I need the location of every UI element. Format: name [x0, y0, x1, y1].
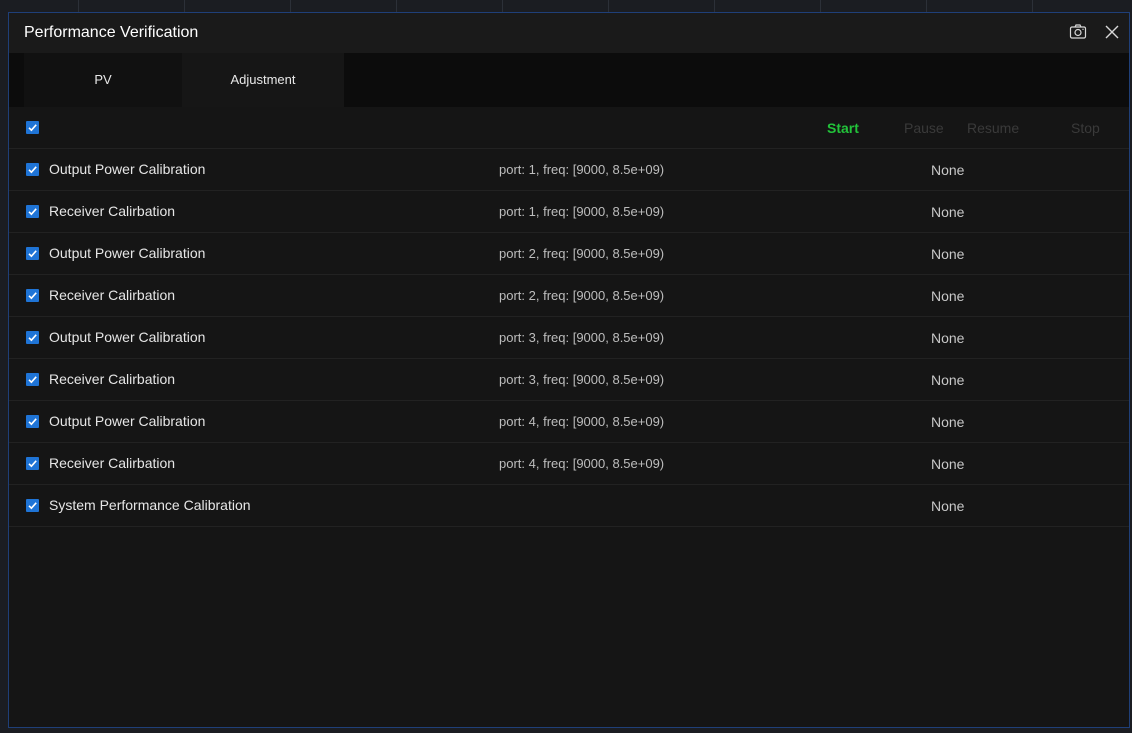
- backdrop-grid-line: [926, 0, 927, 12]
- row-params: port: 3, freq: [9000, 8.5e+09): [499, 330, 665, 345]
- backdrop-grid-line: [184, 0, 185, 12]
- row-result: None: [931, 204, 965, 220]
- tab-adjustment[interactable]: Adjustment: [182, 53, 344, 107]
- performance-verification-dialog: Performance Verification PV Adjustment S…: [8, 12, 1130, 728]
- calibration-row: Output Power Calibration port: 2, freq: …: [9, 233, 1129, 275]
- row-result: None: [931, 288, 965, 304]
- backdrop-grid-line: [1032, 0, 1033, 12]
- backdrop-grid-line: [608, 0, 609, 12]
- row-checkbox[interactable]: [26, 205, 39, 218]
- calibration-list: Output Power Calibration port: 1, freq: …: [9, 149, 1129, 527]
- close-icon[interactable]: [1103, 23, 1121, 41]
- row-params: port: 3, freq: [9000, 8.5e+09): [499, 372, 665, 387]
- calibration-row: Receiver Calirbation port: 1, freq: [900…: [9, 191, 1129, 233]
- row-checkbox[interactable]: [26, 247, 39, 260]
- checkmark-icon: [28, 250, 37, 258]
- stop-button[interactable]: Stop: [1071, 120, 1100, 136]
- calibration-row: Output Power Calibration port: 4, freq: …: [9, 401, 1129, 443]
- backdrop-grid-line: [714, 0, 715, 12]
- calibration-row: Output Power Calibration port: 1, freq: …: [9, 149, 1129, 191]
- select-all-checkbox[interactable]: [26, 121, 39, 134]
- backdrop-grid-line: [78, 0, 79, 12]
- row-checkbox[interactable]: [26, 499, 39, 512]
- backdrop-grid-line: [290, 0, 291, 12]
- row-checkbox[interactable]: [26, 415, 39, 428]
- calibration-row: Receiver Calirbation port: 4, freq: [900…: [9, 443, 1129, 485]
- row-checkbox[interactable]: [26, 289, 39, 302]
- checkmark-icon: [28, 334, 37, 342]
- row-name: Output Power Calibration: [49, 413, 206, 429]
- row-name: Output Power Calibration: [49, 245, 206, 261]
- row-checkbox[interactable]: [26, 373, 39, 386]
- resume-button[interactable]: Resume: [967, 120, 1019, 136]
- calibration-row: Receiver Calirbation port: 3, freq: [900…: [9, 359, 1129, 401]
- row-checkbox[interactable]: [26, 331, 39, 344]
- row-name: Receiver Calirbation: [49, 203, 176, 219]
- checkmark-icon: [28, 418, 37, 426]
- checkmark-icon: [28, 460, 37, 468]
- row-result: None: [931, 456, 965, 472]
- row-name: System Performance Calibration: [49, 497, 251, 513]
- row-name: Receiver Calirbation: [49, 455, 176, 471]
- tab-bar: PV Adjustment: [9, 53, 1129, 107]
- row-params: port: 1, freq: [9000, 8.5e+09): [499, 204, 665, 219]
- row-name: Output Power Calibration: [49, 161, 206, 177]
- checkmark-icon: [28, 502, 37, 510]
- checkmark-icon: [28, 208, 37, 216]
- dialog-title: Performance Verification: [24, 24, 199, 41]
- action-toolbar: Start Pause Resume Stop: [9, 107, 1129, 149]
- checkmark-icon: [28, 292, 37, 300]
- row-params: port: 1, freq: [9000, 8.5e+09): [499, 162, 665, 177]
- backdrop-grid-line: [820, 0, 821, 12]
- row-result: None: [931, 414, 965, 430]
- row-result: None: [931, 498, 965, 514]
- calibration-row: Output Power Calibration port: 3, freq: …: [9, 317, 1129, 359]
- row-params: port: 4, freq: [9000, 8.5e+09): [499, 414, 665, 429]
- row-params: port: 2, freq: [9000, 8.5e+09): [499, 246, 665, 261]
- row-name: Output Power Calibration: [49, 329, 206, 345]
- row-result: None: [931, 372, 965, 388]
- title-bar[interactable]: Performance Verification: [9, 13, 1129, 53]
- row-checkbox[interactable]: [26, 163, 39, 176]
- checkmark-icon: [28, 124, 37, 132]
- row-params: port: 4, freq: [9000, 8.5e+09): [499, 456, 665, 471]
- calibration-row: System Performance Calibration None: [9, 485, 1129, 527]
- row-result: None: [931, 330, 965, 346]
- checkmark-icon: [28, 376, 37, 384]
- row-name: Receiver Calirbation: [49, 371, 176, 387]
- start-button[interactable]: Start: [827, 120, 859, 136]
- row-checkbox[interactable]: [26, 457, 39, 470]
- camera-icon[interactable]: [1069, 23, 1087, 41]
- checkmark-icon: [28, 166, 37, 174]
- backdrop-grid-line: [396, 0, 397, 12]
- row-params: port: 2, freq: [9000, 8.5e+09): [499, 288, 665, 303]
- backdrop-grid-line: [502, 0, 503, 12]
- tab-pv[interactable]: PV: [24, 53, 182, 107]
- row-name: Receiver Calirbation: [49, 287, 176, 303]
- row-result: None: [931, 246, 965, 262]
- pause-button[interactable]: Pause: [904, 120, 944, 136]
- row-result: None: [931, 162, 965, 178]
- calibration-row: Receiver Calirbation port: 2, freq: [900…: [9, 275, 1129, 317]
